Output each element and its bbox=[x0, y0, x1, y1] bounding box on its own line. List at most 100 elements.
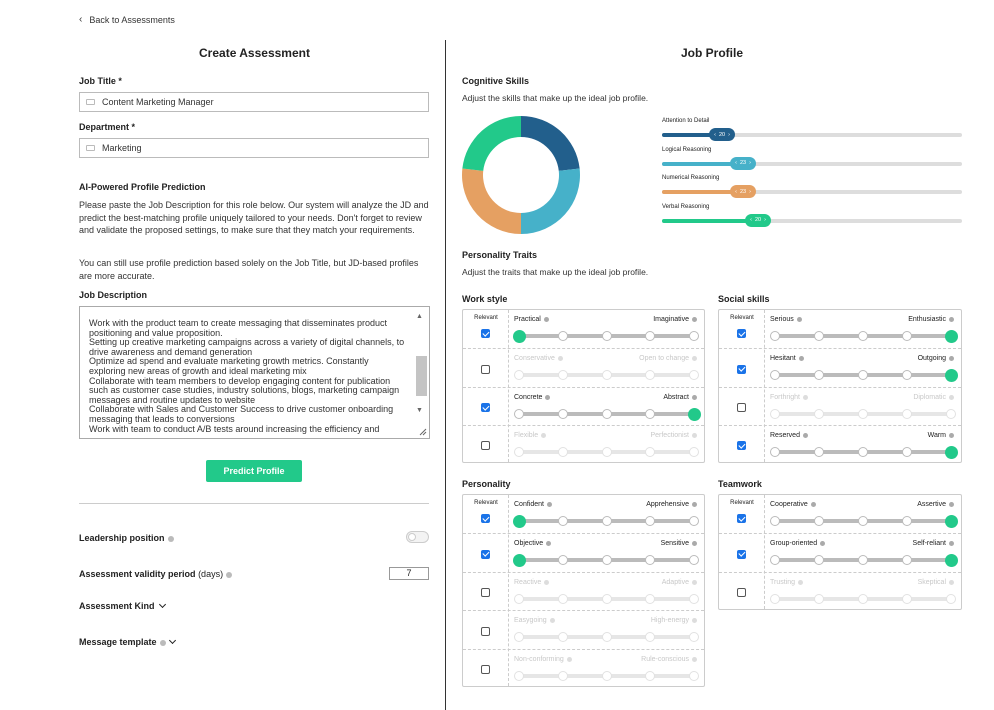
trait-slider-handle[interactable] bbox=[687, 407, 701, 421]
trait-slider-stop[interactable] bbox=[557, 447, 568, 457]
trait-slider-handle[interactable] bbox=[512, 553, 526, 567]
trait-slider-stop[interactable] bbox=[645, 331, 656, 341]
trait-slider-handle[interactable] bbox=[512, 329, 526, 343]
trait-slider-handle[interactable] bbox=[944, 553, 958, 567]
back-link[interactable]: ‹ Back to Assessments bbox=[79, 14, 175, 25]
relevant-checkbox[interactable] bbox=[481, 549, 490, 559]
trait-slider-stop[interactable] bbox=[858, 516, 868, 526]
trait-slider-stop[interactable] bbox=[814, 516, 824, 526]
leadership-toggle[interactable] bbox=[406, 531, 429, 543]
trait-slider-stop[interactable] bbox=[557, 594, 568, 604]
trait-slider-stop[interactable] bbox=[645, 516, 656, 526]
trait-slider-stop[interactable] bbox=[601, 409, 612, 419]
trait-slider-handle[interactable] bbox=[944, 368, 958, 382]
relevant-checkbox[interactable] bbox=[737, 514, 746, 523]
trait-slider-stop[interactable] bbox=[770, 409, 780, 419]
trait-slider-handle[interactable] bbox=[944, 329, 958, 343]
trait-slider-stop[interactable] bbox=[601, 370, 612, 380]
trait-slider-stop[interactable] bbox=[858, 555, 868, 565]
trait-slider-stop[interactable] bbox=[557, 516, 568, 526]
trait-slider-stop[interactable] bbox=[946, 594, 956, 604]
trait-slider-stop[interactable] bbox=[902, 516, 912, 526]
job-title-input[interactable]: Content Marketing Manager bbox=[79, 92, 429, 112]
trait-slider-stop[interactable] bbox=[645, 632, 656, 642]
trait-slider-stop[interactable] bbox=[689, 632, 699, 642]
trait-slider-stop[interactable] bbox=[858, 447, 868, 457]
relevant-checkbox[interactable] bbox=[481, 403, 490, 412]
trait-slider-stop[interactable] bbox=[814, 370, 824, 380]
trait-slider-stop[interactable] bbox=[601, 555, 612, 565]
trait-slider-stop[interactable] bbox=[514, 594, 524, 604]
relevant-checkbox[interactable] bbox=[481, 329, 490, 338]
trait-slider-stop[interactable] bbox=[645, 594, 656, 604]
trait-slider-handle[interactable] bbox=[512, 514, 526, 528]
trait-slider-stop[interactable] bbox=[601, 331, 612, 341]
trait-slider-stop[interactable] bbox=[557, 409, 568, 419]
cognitive-skill-handle[interactable]: ‹ 20 › bbox=[745, 213, 771, 227]
trait-slider-stop[interactable] bbox=[557, 555, 568, 565]
trait-slider-stop[interactable] bbox=[858, 370, 868, 380]
trait-slider-stop[interactable] bbox=[689, 594, 699, 604]
trait-slider-stop[interactable] bbox=[689, 331, 699, 341]
trait-slider-stop[interactable] bbox=[514, 671, 524, 681]
trait-slider-stop[interactable] bbox=[902, 555, 912, 565]
trait-slider-stop[interactable] bbox=[946, 409, 956, 419]
job-description-textarea[interactable]: Work with the product team to create mes… bbox=[79, 306, 430, 439]
relevant-checkbox[interactable] bbox=[737, 441, 746, 450]
cognitive-skill-handle[interactable]: ‹ 23 › bbox=[730, 156, 756, 170]
trait-slider-stop[interactable] bbox=[770, 447, 780, 457]
trait-slider-stop[interactable] bbox=[902, 409, 912, 419]
trait-slider-handle[interactable] bbox=[944, 514, 958, 528]
trait-slider-stop[interactable] bbox=[557, 671, 568, 681]
cognitive-skill-handle[interactable]: ‹ 23 › bbox=[730, 185, 756, 198]
trait-slider-handle[interactable] bbox=[944, 445, 958, 459]
predict-profile-button[interactable]: Predict Profile bbox=[206, 460, 302, 482]
relevant-checkbox[interactable] bbox=[481, 364, 490, 374]
trait-slider-stop[interactable] bbox=[902, 447, 912, 457]
trait-slider-stop[interactable] bbox=[645, 409, 656, 419]
relevant-checkbox[interactable] bbox=[737, 364, 746, 374]
scroll-down-icon[interactable]: ▼ bbox=[416, 407, 423, 414]
relevant-checkbox[interactable] bbox=[481, 665, 490, 674]
trait-slider-stop[interactable] bbox=[770, 331, 780, 341]
trait-slider-stop[interactable] bbox=[557, 632, 568, 642]
trait-slider-stop[interactable] bbox=[770, 370, 780, 380]
relevant-checkbox[interactable] bbox=[481, 441, 490, 450]
trait-slider-stop[interactable] bbox=[601, 516, 612, 526]
trait-slider-stop[interactable] bbox=[902, 594, 912, 604]
department-input[interactable]: Marketing bbox=[79, 138, 429, 158]
textarea-scrollbar[interactable]: ▲ ▼ bbox=[414, 309, 427, 421]
trait-slider-stop[interactable] bbox=[902, 331, 912, 341]
trait-slider-stop[interactable] bbox=[601, 671, 612, 681]
trait-slider-stop[interactable] bbox=[814, 331, 824, 341]
relevant-checkbox[interactable] bbox=[481, 588, 490, 597]
trait-slider-stop[interactable] bbox=[689, 370, 699, 380]
scrollbar-thumb[interactable] bbox=[416, 356, 427, 396]
trait-slider-stop[interactable] bbox=[645, 447, 656, 457]
trait-slider-stop[interactable] bbox=[858, 331, 868, 341]
relevant-checkbox[interactable] bbox=[737, 329, 746, 338]
cognitive-skill-handle[interactable]: ‹ 20 › bbox=[709, 128, 735, 141]
trait-slider-stop[interactable] bbox=[601, 594, 612, 604]
message-template-dropdown[interactable]: Message template bbox=[79, 636, 177, 647]
trait-slider-stop[interactable] bbox=[689, 671, 699, 681]
trait-slider-stop[interactable] bbox=[645, 370, 656, 380]
trait-slider-stop[interactable] bbox=[770, 594, 780, 604]
trait-slider-stop[interactable] bbox=[689, 555, 699, 565]
trait-slider-stop[interactable] bbox=[814, 594, 824, 604]
trait-slider-stop[interactable] bbox=[689, 516, 699, 526]
trait-slider-stop[interactable] bbox=[514, 370, 524, 380]
trait-slider-stop[interactable] bbox=[902, 370, 912, 380]
scroll-up-icon[interactable]: ▲ bbox=[416, 313, 423, 320]
trait-slider-stop[interactable] bbox=[557, 370, 568, 380]
trait-slider-stop[interactable] bbox=[814, 447, 824, 457]
trait-slider-stop[interactable] bbox=[858, 409, 868, 419]
trait-slider-stop[interactable] bbox=[814, 409, 824, 419]
trait-slider-stop[interactable] bbox=[557, 331, 568, 341]
relevant-checkbox[interactable] bbox=[481, 514, 490, 523]
assessment-kind-dropdown[interactable]: Assessment Kind bbox=[79, 600, 167, 611]
trait-slider-stop[interactable] bbox=[514, 409, 524, 419]
trait-slider-stop[interactable] bbox=[689, 447, 699, 457]
trait-slider-stop[interactable] bbox=[858, 594, 868, 604]
trait-slider-stop[interactable] bbox=[514, 632, 524, 642]
